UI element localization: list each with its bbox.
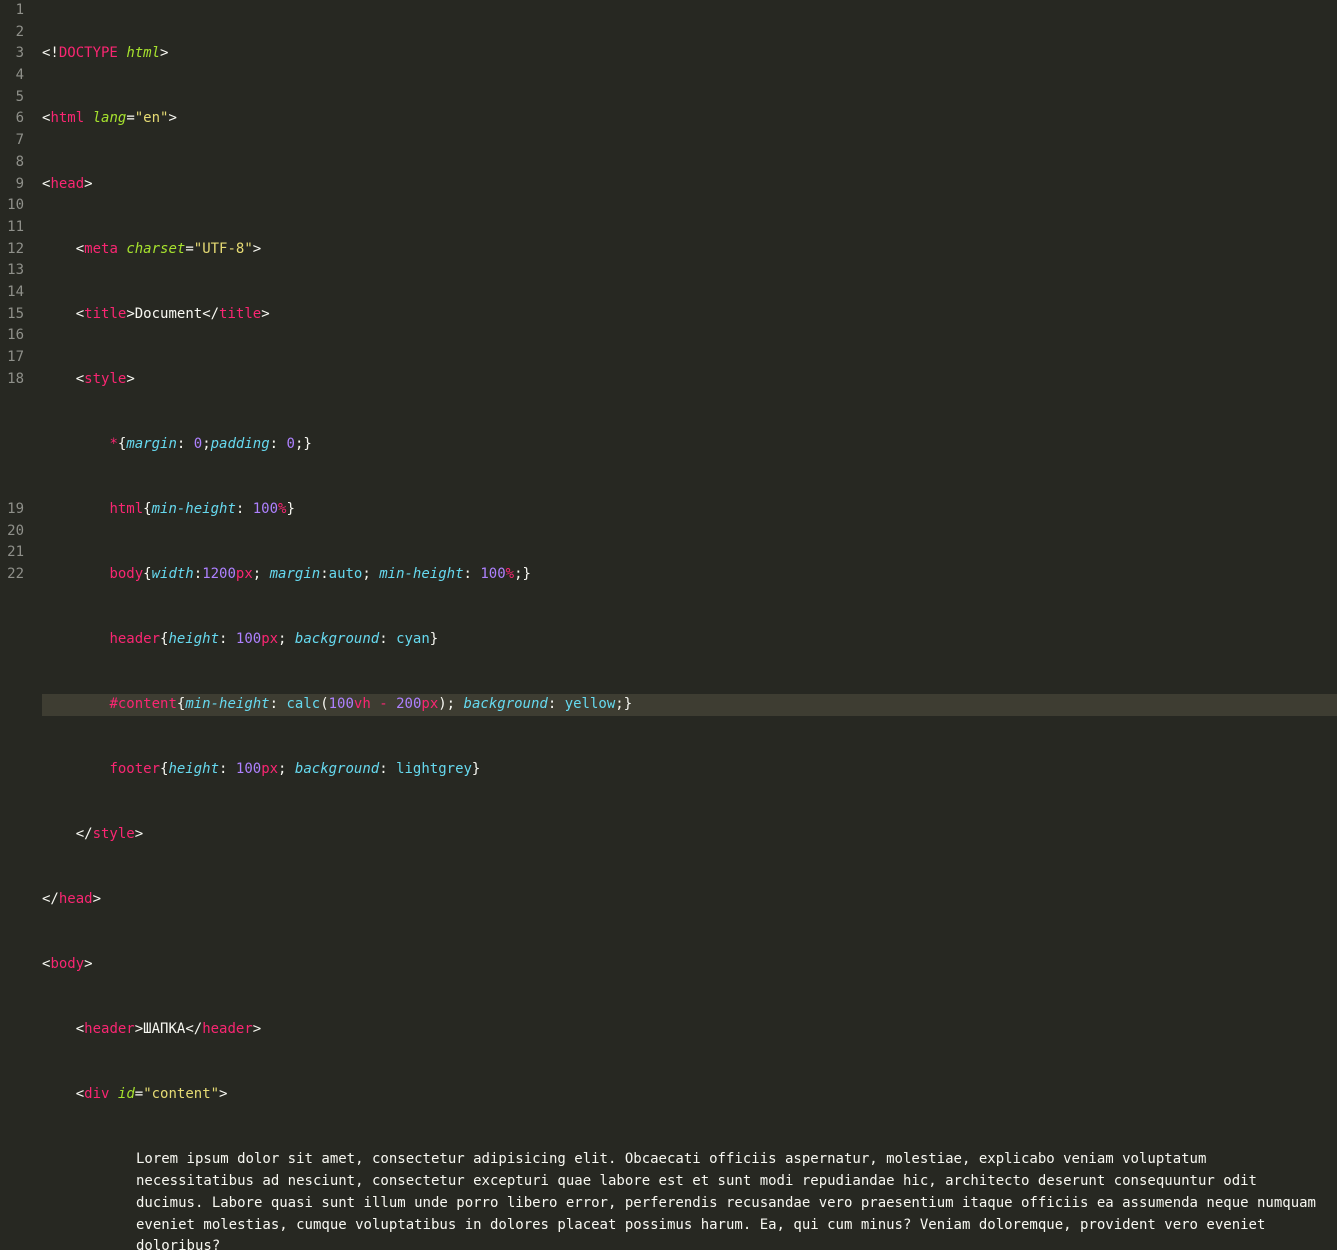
line-number: 21 [4,542,24,564]
code-line[interactable]: footer{height: 100px; background: lightg… [42,759,1337,781]
code-line[interactable]: <html lang="en"> [42,108,1337,130]
line-number: 13 [4,260,24,282]
header-text: ШАПКА [143,1021,185,1037]
code-line[interactable]: *{margin: 0;padding: 0;} [42,434,1337,456]
code-line[interactable]: header{height: 100px; background: cyan} [42,629,1337,651]
code-line-lorem[interactable]: Lorem ipsum dolor sit amet, consectetur … [42,1149,1322,1250]
code-line[interactable]: body{width:1200px; margin:auto; min-heig… [42,564,1337,586]
line-number: 5 [4,87,24,109]
code-line[interactable]: html{min-height: 100%} [42,499,1337,521]
line-number: 18 [4,369,24,499]
title-text: Document [135,306,202,322]
code-area[interactable]: <!DOCTYPE html> <html lang="en"> <head> … [34,0,1337,625]
line-number: 20 [4,521,24,543]
line-number: 4 [4,65,24,87]
code-line[interactable]: <meta charset="UTF-8"> [42,239,1337,261]
code-editor[interactable]: 1 2 3 4 5 6 7 8 9 10 11 12 13 14 15 16 1… [0,0,1337,625]
line-number: 14 [4,282,24,304]
code-line[interactable]: </style> [42,824,1337,846]
line-number-gutter: 1 2 3 4 5 6 7 8 9 10 11 12 13 14 15 16 1… [0,0,34,625]
line-number: 3 [4,43,24,65]
line-number: 9 [4,174,24,196]
code-line[interactable]: <style> [42,369,1337,391]
line-number: 2 [4,22,24,44]
line-number: 16 [4,325,24,347]
line-number: 22 [4,564,24,586]
line-number: 17 [4,347,24,369]
line-number: 6 [4,108,24,130]
line-number: 15 [4,304,24,326]
code-line[interactable]: <title>Document</title> [42,304,1337,326]
line-number: 19 [4,499,24,521]
code-line[interactable]: </head> [42,889,1337,911]
line-number: 8 [4,152,24,174]
code-line[interactable]: <div id="content"> [42,1084,1337,1106]
line-number: 10 [4,195,24,217]
line-number: 11 [4,217,24,239]
line-number: 1 [4,0,24,22]
line-number: 7 [4,130,24,152]
code-line[interactable]: <header>ШАПКА</header> [42,1019,1337,1041]
code-line[interactable]: <head> [42,174,1337,196]
code-line[interactable]: <!DOCTYPE html> [42,43,1337,65]
code-line-highlighted[interactable]: #content{min-height: calc(100vh - 200px)… [42,694,1337,716]
code-line[interactable]: <body> [42,954,1337,976]
line-number: 12 [4,239,24,261]
